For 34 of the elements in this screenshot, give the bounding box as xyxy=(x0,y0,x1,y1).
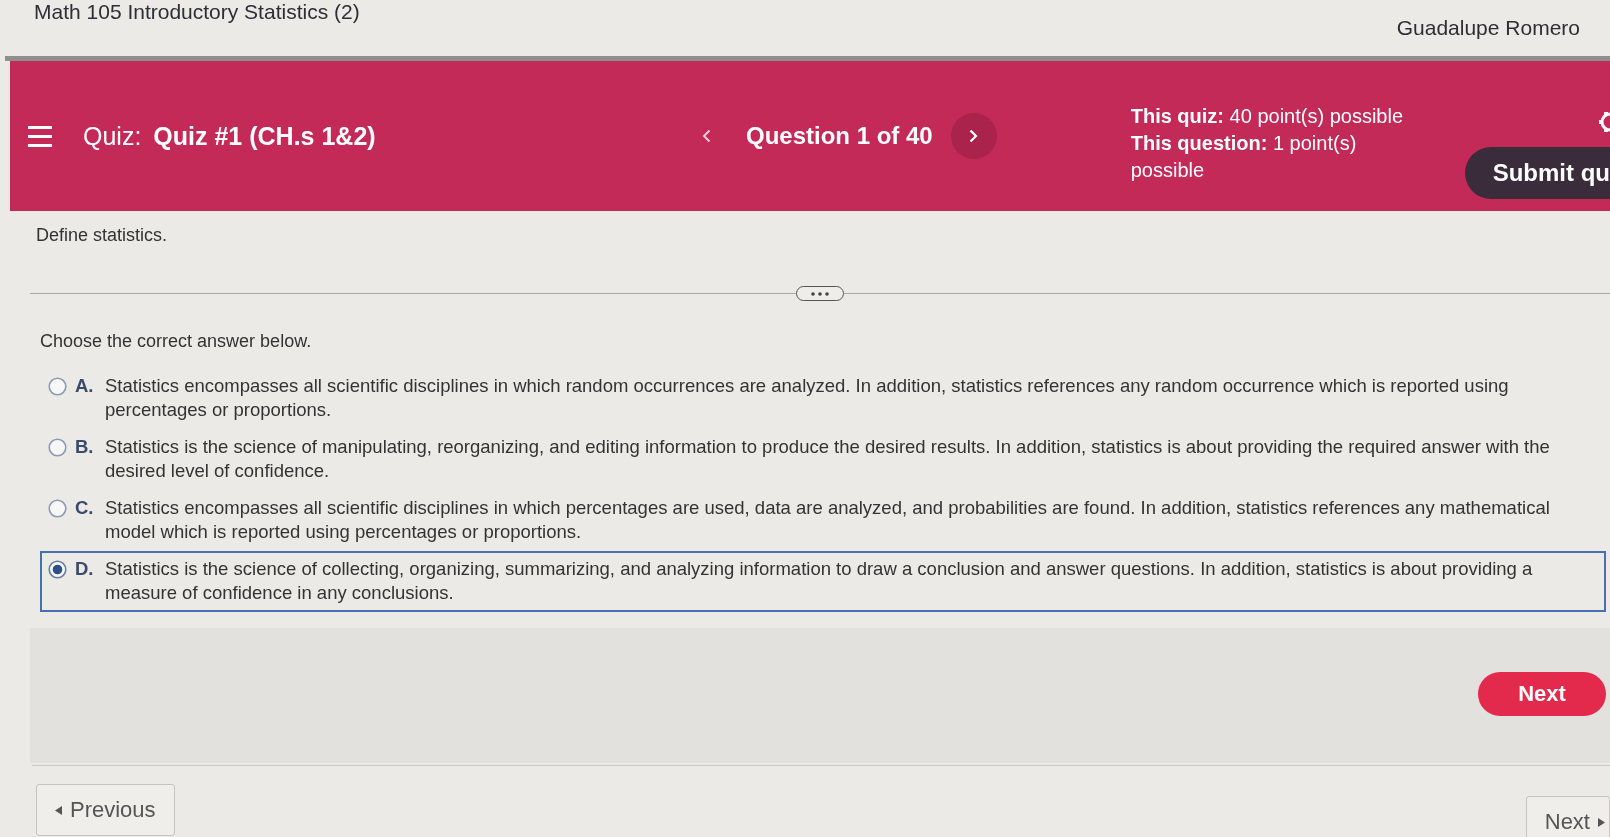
question-counter: Question 1 of 40 xyxy=(746,122,933,150)
ellipsis-icon xyxy=(810,291,830,296)
next-button[interactable]: Next xyxy=(1478,672,1606,716)
radio-button[interactable] xyxy=(48,377,67,396)
previous-button[interactable]: Previous xyxy=(36,784,175,836)
chevron-left-icon xyxy=(701,129,711,143)
radio-button[interactable] xyxy=(48,560,67,579)
quiz-label: Quiz: xyxy=(83,121,142,151)
chevron-right-icon xyxy=(969,129,979,143)
user-name: Guadalupe Romero xyxy=(1396,16,1580,40)
caret-right-icon xyxy=(1598,817,1605,827)
option-text: Statistics encompasses all scientific disciplines in which random occurrences are analyzed. In addition, statistics references any random occurrence which is reported using percentages or proportions. xyxy=(105,374,1510,422)
answer-option[interactable] xyxy=(40,551,1606,612)
radio-button[interactable] xyxy=(48,499,67,518)
radio-button[interactable] xyxy=(48,438,67,457)
question-text: Define statistics. xyxy=(36,225,168,246)
instruction-text: Choose the correct answer below. xyxy=(40,331,312,352)
question-points-text: This question: 1 point(s) possible xyxy=(1130,130,1358,183)
expand-button[interactable] xyxy=(796,286,844,301)
option-letter: C. xyxy=(75,496,95,520)
gear-icon[interactable] xyxy=(1599,111,1610,133)
submit-quiz-button[interactable]: Submit qu xyxy=(1464,147,1610,199)
quiz-points-text: This quiz: 40 point(s) possible xyxy=(1130,103,1404,129)
next-page-button[interactable]: Next xyxy=(1525,796,1610,837)
option-letter: A. xyxy=(75,374,95,398)
caret-left-icon xyxy=(55,805,62,815)
menu-icon[interactable] xyxy=(28,125,52,147)
option-text: Statistics is the science of manipulating, reorganizing, and editing information to produce the desired results. In addition, statistics is about providing the required answer with the desired level of confidence. xyxy=(105,435,1551,483)
course-title: Math 105 Introductory Statistics (2) xyxy=(34,0,360,24)
option-letter: B. xyxy=(75,435,95,459)
option-letter: D. xyxy=(75,557,95,581)
quiz-name: Quiz #1 (CH.s 1&2) xyxy=(153,121,376,151)
option-text: Statistics encompasses all scientific disciplines in which percentages are used, data are analyzed, and probabilities are found. In addition, statistics references any mathematical model which is reported using percentages or proportions. xyxy=(105,496,1551,544)
option-text: Statistics is the science of collecting, organizing, summarizing, and analyzing information to draw a conclusion and answer questions. In addition, statistics is about providing a measure of confidence in any conclusions. xyxy=(105,557,1534,605)
